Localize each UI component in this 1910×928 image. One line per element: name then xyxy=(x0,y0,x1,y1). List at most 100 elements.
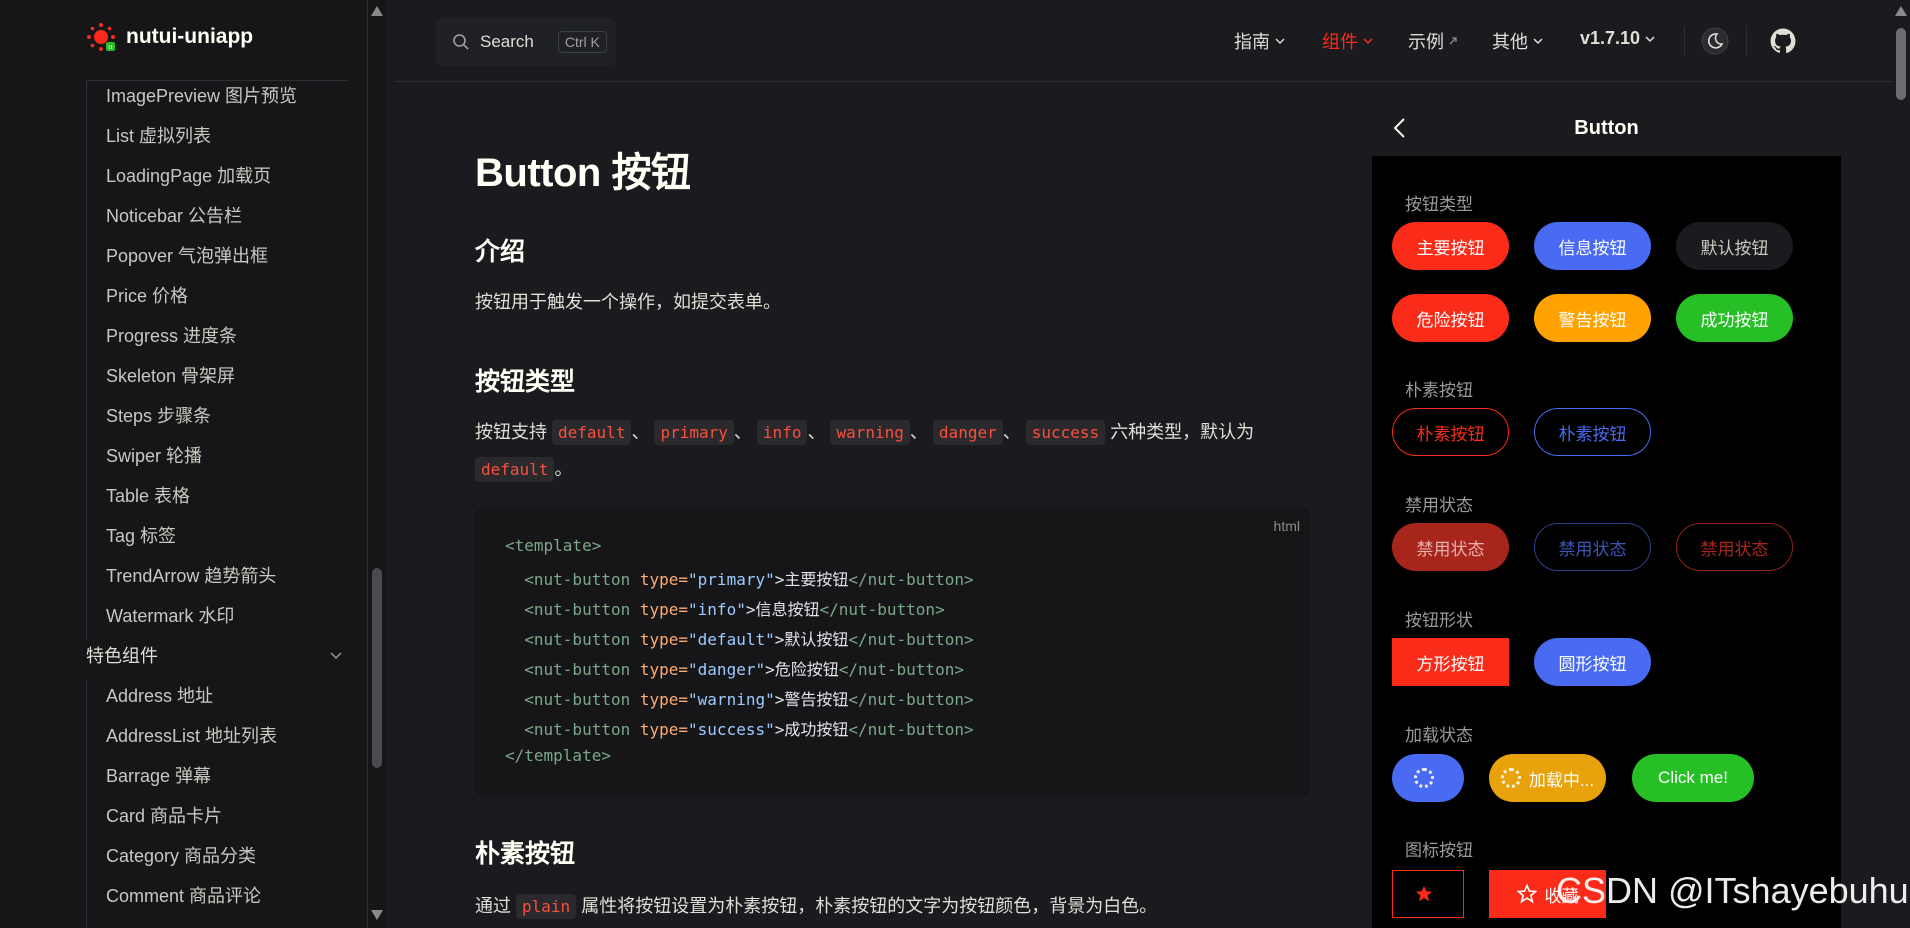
code-token: </nut-button> xyxy=(848,630,974,649)
app-window: u nutui-uniapp ImagePreview 图片预览 List 虚拟列… xyxy=(0,0,1910,928)
topnav-version-label: v1.7.10 xyxy=(1580,28,1641,48)
warning-button[interactable]: 警告按钮 xyxy=(1534,294,1651,342)
group-indicator-line xyxy=(86,80,87,640)
chevron-down-icon xyxy=(1275,38,1285,45)
sidebar-item[interactable]: Watermark 水印 xyxy=(106,602,234,628)
plain-primary-button[interactable]: 朴素按钮 xyxy=(1392,408,1509,456)
code-block[interactable]: html <template> <nut-button type="primar… xyxy=(475,508,1310,796)
sidebar-item[interactable]: Barrage 弹幕 xyxy=(106,762,211,788)
sidebar-item[interactable]: Address 地址 xyxy=(106,682,213,708)
sidebar-item[interactable]: AddressList 地址列表 xyxy=(106,722,277,748)
brand[interactable]: u nutui-uniapp xyxy=(86,22,253,52)
demo-preview: Button 按钮类型 主要按钮 信息按钮 默认按钮 危险按钮 警告按钮 成功按… xyxy=(1372,100,1841,928)
plain-info-button[interactable]: 朴素按钮 xyxy=(1534,408,1651,456)
sidebar-item[interactable]: TrendArrow 趋势箭头 xyxy=(106,562,276,588)
topnav-examples[interactable]: 示例 xyxy=(1408,28,1458,54)
loading-icon-button[interactable] xyxy=(1392,754,1464,802)
types-heading: 按钮类型 xyxy=(475,368,576,396)
code-token: >主要按钮 xyxy=(774,570,849,589)
sidebar-item[interactable]: Popover 气泡弹出框 xyxy=(106,242,268,268)
inline-code: info xyxy=(756,420,808,445)
code-line: <nut-button type="danger">危险按钮</nut-butt… xyxy=(505,656,964,680)
scrollbar-thumb[interactable] xyxy=(1896,28,1906,100)
chevron-down-icon xyxy=(1533,38,1543,45)
intro-heading: 介绍 xyxy=(475,238,526,266)
sidebar-item[interactable]: Noticebar 公告栏 xyxy=(106,202,242,228)
primary-button[interactable]: 主要按钮 xyxy=(1392,222,1509,270)
sidebar-item[interactable]: Card 商品卡片 xyxy=(106,802,222,828)
code-token: type= xyxy=(630,570,689,589)
default-button[interactable]: 默认按钮 xyxy=(1676,222,1793,270)
scroll-up-arrow-icon[interactable] xyxy=(1895,6,1907,16)
sidebar-item[interactable]: ImagePreview 图片预览 xyxy=(106,82,297,108)
disabled-plain-info-button: 禁用状态 xyxy=(1534,523,1651,571)
star-icon-button[interactable] xyxy=(1392,870,1464,918)
scrollbar-thumb[interactable] xyxy=(372,568,382,768)
code-token: "info" xyxy=(688,600,746,619)
sidebar-item[interactable]: Steps 步骤条 xyxy=(106,402,211,428)
brand-divider xyxy=(86,80,348,81)
danger-button[interactable]: 危险按钮 xyxy=(1392,294,1509,342)
code-token: >默认按钮 xyxy=(774,630,849,649)
separator: 、 xyxy=(807,422,826,442)
sidebar-item[interactable]: Swiper 轮播 xyxy=(106,442,202,468)
types-text: 按钮支持 default、 primary、 info、 warning、 da… xyxy=(475,414,1310,488)
code-token: </nut-button> xyxy=(848,690,974,709)
code-token: "success" xyxy=(688,720,775,739)
types-text-suffix: 六种类型，默认为 xyxy=(1110,422,1255,442)
square-button[interactable]: 方形按钮 xyxy=(1392,638,1509,686)
round-button[interactable]: 圆形按钮 xyxy=(1534,638,1651,686)
sidebar-item[interactable]: Price 价格 xyxy=(106,282,188,308)
topnav-components-label: 组件 xyxy=(1322,32,1358,52)
info-button[interactable]: 信息按钮 xyxy=(1534,222,1651,270)
topnav-examples-label: 示例 xyxy=(1408,32,1444,52)
inline-code: default xyxy=(475,457,555,482)
topnav-guide[interactable]: 指南 xyxy=(1234,28,1286,54)
topnav-other[interactable]: 其他 xyxy=(1492,28,1544,54)
sidebar-group-featured[interactable]: 特色组件 xyxy=(86,642,344,668)
code-language-label: html xyxy=(1273,518,1300,534)
demo-title: Button xyxy=(1574,116,1639,139)
back-arrow-icon[interactable] xyxy=(1390,116,1410,140)
topnav-other-label: 其他 xyxy=(1492,32,1528,52)
topnav-version[interactable]: v1.7.10 xyxy=(1580,28,1656,49)
sidebar-item[interactable]: Progress 进度条 xyxy=(106,322,237,348)
separator: 、 xyxy=(733,422,752,442)
section-title: 朴素按钮 xyxy=(1405,381,1473,400)
loading-text-button[interactable]: 加载中... xyxy=(1489,754,1606,802)
code-token: <nut-button xyxy=(524,630,631,649)
sidebar-item[interactable]: List 虚拟列表 xyxy=(106,122,211,148)
page-scrollbar[interactable] xyxy=(1892,0,1910,928)
chevron-down-icon xyxy=(330,652,342,660)
brand-logo-icon: u xyxy=(87,23,115,51)
theme-toggle-button[interactable] xyxy=(1700,26,1730,56)
code-token: >警告按钮 xyxy=(774,690,849,709)
code-token: <nut-button xyxy=(524,660,631,679)
sidebar-item[interactable]: Tag 标签 xyxy=(106,522,176,548)
sidebar-item[interactable]: Table 表格 xyxy=(106,482,190,508)
sidebar-item[interactable]: Comment 商品评论 xyxy=(106,882,261,908)
success-button[interactable]: 成功按钮 xyxy=(1676,294,1793,342)
click-me-button[interactable]: Click me! xyxy=(1632,754,1754,802)
search-button[interactable]: Search Ctrl K xyxy=(436,18,616,66)
code-token: </nut-button> xyxy=(848,720,974,739)
sidebar-item[interactable]: Skeleton 骨架屏 xyxy=(106,362,235,388)
inline-code: danger xyxy=(932,420,1003,445)
code-token: type= xyxy=(630,630,689,649)
topnav-components[interactable]: 组件 xyxy=(1322,28,1374,54)
github-link[interactable] xyxy=(1768,26,1798,56)
github-icon xyxy=(1770,28,1796,53)
code-line: </template> xyxy=(505,746,611,765)
sidebar-item[interactable]: LoadingPage 加载页 xyxy=(106,162,271,188)
code-token: </nut-button> xyxy=(838,660,964,679)
loading-spinner-icon xyxy=(1500,768,1521,788)
scroll-up-arrow-icon[interactable] xyxy=(371,6,383,16)
scroll-down-arrow-icon[interactable] xyxy=(371,910,383,920)
sidebar-item[interactable]: Category 商品分类 xyxy=(106,842,256,868)
code-token: type= xyxy=(630,720,689,739)
sidebar-scrollbar[interactable] xyxy=(368,0,386,928)
inline-code: plain xyxy=(516,894,577,919)
types-text-prefix: 按钮支持 xyxy=(475,422,547,442)
